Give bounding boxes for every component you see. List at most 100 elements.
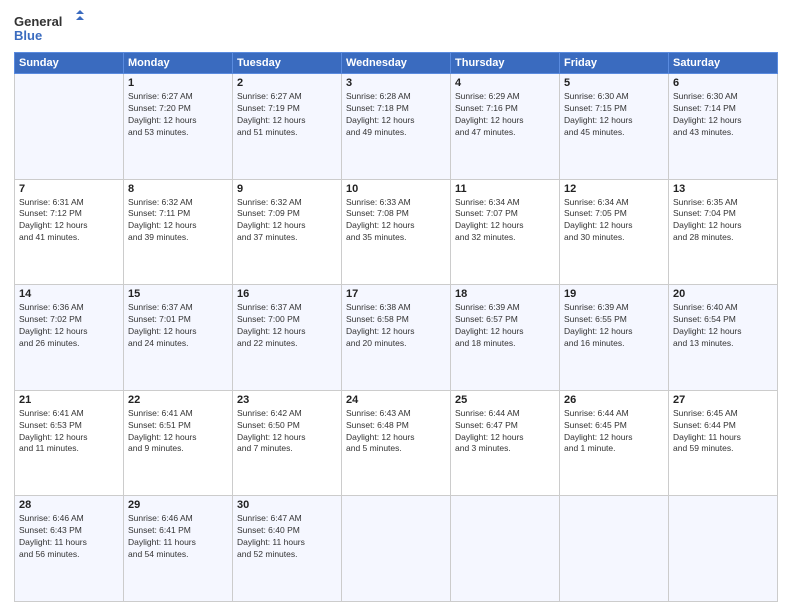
day-info: Sunrise: 6:41 AM Sunset: 6:53 PM Dayligh… bbox=[19, 408, 119, 456]
calendar-cell: 2 Sunrise: 6:27 AM Sunset: 7:19 PM Daylig… bbox=[233, 74, 342, 180]
day-info: Sunrise: 6:35 AM Sunset: 7:04 PM Dayligh… bbox=[673, 197, 773, 245]
day-info: Sunrise: 6:32 AM Sunset: 7:09 PM Dayligh… bbox=[237, 197, 337, 245]
calendar-cell: 29 Sunrise: 6:46 AM Sunset: 6:41 PM Dayli… bbox=[124, 496, 233, 602]
calendar-cell: 28 Sunrise: 6:46 AM Sunset: 6:43 PM Dayli… bbox=[15, 496, 124, 602]
calendar-cell: 27 Sunrise: 6:45 AM Sunset: 6:44 PM Dayli… bbox=[669, 390, 778, 496]
day-number: 23 bbox=[237, 394, 337, 406]
day-number: 13 bbox=[673, 183, 773, 195]
weekday-header: Wednesday bbox=[342, 53, 451, 74]
day-number: 18 bbox=[455, 288, 555, 300]
logo: General Blue bbox=[14, 10, 84, 46]
calendar-cell: 19 Sunrise: 6:39 AM Sunset: 6:55 PM Dayli… bbox=[560, 285, 669, 391]
calendar-week-row: 1Sunrise: 6:27 AM Sunset: 7:20 PM Daylig… bbox=[15, 74, 778, 180]
day-info: Sunrise: 6:30 AM Sunset: 7:15 PM Dayligh… bbox=[564, 91, 664, 139]
calendar-cell: 13 Sunrise: 6:35 AM Sunset: 7:04 PM Dayli… bbox=[669, 179, 778, 285]
weekday-header: Friday bbox=[560, 53, 669, 74]
calendar-week-row: 7 Sunrise: 6:31 AM Sunset: 7:12 PM Daylig… bbox=[15, 179, 778, 285]
calendar-cell bbox=[669, 496, 778, 602]
day-number: 2 bbox=[237, 77, 337, 89]
day-info: Sunrise: 6:31 AM Sunset: 7:12 PM Dayligh… bbox=[19, 197, 119, 245]
day-number: 16 bbox=[237, 288, 337, 300]
weekday-header: Sunday bbox=[15, 53, 124, 74]
day-number: 6 bbox=[673, 77, 773, 89]
calendar-cell: 30 Sunrise: 6:47 AM Sunset: 6:40 PM Dayli… bbox=[233, 496, 342, 602]
calendar-cell bbox=[342, 496, 451, 602]
calendar-cell: 14 Sunrise: 6:36 AM Sunset: 7:02 PM Dayli… bbox=[15, 285, 124, 391]
day-info: Sunrise: 6:46 AM Sunset: 6:43 PM Dayligh… bbox=[19, 513, 119, 561]
calendar-cell: 24Sunrise: 6:43 AM Sunset: 6:48 PM Dayli… bbox=[342, 390, 451, 496]
calendar-cell: 6 Sunrise: 6:30 AM Sunset: 7:14 PM Daylig… bbox=[669, 74, 778, 180]
calendar-cell: 16 Sunrise: 6:37 AM Sunset: 7:00 PM Dayli… bbox=[233, 285, 342, 391]
day-info: Sunrise: 6:46 AM Sunset: 6:41 PM Dayligh… bbox=[128, 513, 228, 561]
day-number: 28 bbox=[19, 499, 119, 511]
calendar-table: SundayMondayTuesdayWednesdayThursdayFrid… bbox=[14, 52, 778, 602]
calendar-cell: 26 Sunrise: 6:44 AM Sunset: 6:45 PM Dayli… bbox=[560, 390, 669, 496]
day-number: 20 bbox=[673, 288, 773, 300]
calendar-cell: 10Sunrise: 6:33 AM Sunset: 7:08 PM Dayli… bbox=[342, 179, 451, 285]
day-info: Sunrise: 6:34 AM Sunset: 7:07 PM Dayligh… bbox=[455, 197, 555, 245]
calendar-cell bbox=[560, 496, 669, 602]
day-info: Sunrise: 6:30 AM Sunset: 7:14 PM Dayligh… bbox=[673, 91, 773, 139]
calendar-cell: 1Sunrise: 6:27 AM Sunset: 7:20 PM Daylig… bbox=[124, 74, 233, 180]
day-number: 26 bbox=[564, 394, 664, 406]
day-info: Sunrise: 6:39 AM Sunset: 6:57 PM Dayligh… bbox=[455, 302, 555, 350]
weekday-header: Saturday bbox=[669, 53, 778, 74]
day-info: Sunrise: 6:27 AM Sunset: 7:19 PM Dayligh… bbox=[237, 91, 337, 139]
day-info: Sunrise: 6:45 AM Sunset: 6:44 PM Dayligh… bbox=[673, 408, 773, 456]
calendar-cell: 8 Sunrise: 6:32 AM Sunset: 7:11 PM Daylig… bbox=[124, 179, 233, 285]
calendar-cell: 12Sunrise: 6:34 AM Sunset: 7:05 PM Dayli… bbox=[560, 179, 669, 285]
calendar-cell: 22Sunrise: 6:41 AM Sunset: 6:51 PM Dayli… bbox=[124, 390, 233, 496]
day-number: 12 bbox=[564, 183, 664, 195]
calendar-cell: 7 Sunrise: 6:31 AM Sunset: 7:12 PM Daylig… bbox=[15, 179, 124, 285]
day-number: 11 bbox=[455, 183, 555, 195]
day-number: 21 bbox=[19, 394, 119, 406]
calendar-cell: 18 Sunrise: 6:39 AM Sunset: 6:57 PM Dayli… bbox=[451, 285, 560, 391]
calendar-cell: 4 Sunrise: 6:29 AM Sunset: 7:16 PM Daylig… bbox=[451, 74, 560, 180]
day-number: 7 bbox=[19, 183, 119, 195]
calendar-week-row: 21 Sunrise: 6:41 AM Sunset: 6:53 PM Dayli… bbox=[15, 390, 778, 496]
day-number: 15 bbox=[128, 288, 228, 300]
day-info: Sunrise: 6:39 AM Sunset: 6:55 PM Dayligh… bbox=[564, 302, 664, 350]
day-info: Sunrise: 6:33 AM Sunset: 7:08 PM Dayligh… bbox=[346, 197, 446, 245]
calendar-cell: 17 Sunrise: 6:38 AM Sunset: 6:58 PM Dayli… bbox=[342, 285, 451, 391]
calendar-cell bbox=[15, 74, 124, 180]
svg-text:Blue: Blue bbox=[14, 28, 42, 43]
day-info: Sunrise: 6:47 AM Sunset: 6:40 PM Dayligh… bbox=[237, 513, 337, 561]
day-info: Sunrise: 6:32 AM Sunset: 7:11 PM Dayligh… bbox=[128, 197, 228, 245]
day-number: 5 bbox=[564, 77, 664, 89]
calendar-cell: 15Sunrise: 6:37 AM Sunset: 7:01 PM Dayli… bbox=[124, 285, 233, 391]
day-info: Sunrise: 6:44 AM Sunset: 6:45 PM Dayligh… bbox=[564, 408, 664, 456]
calendar-week-row: 28 Sunrise: 6:46 AM Sunset: 6:43 PM Dayli… bbox=[15, 496, 778, 602]
day-number: 9 bbox=[237, 183, 337, 195]
day-number: 4 bbox=[455, 77, 555, 89]
day-number: 17 bbox=[346, 288, 446, 300]
day-info: Sunrise: 6:44 AM Sunset: 6:47 PM Dayligh… bbox=[455, 408, 555, 456]
day-number: 29 bbox=[128, 499, 228, 511]
day-info: Sunrise: 6:36 AM Sunset: 7:02 PM Dayligh… bbox=[19, 302, 119, 350]
day-number: 3 bbox=[346, 77, 446, 89]
day-number: 14 bbox=[19, 288, 119, 300]
day-info: Sunrise: 6:27 AM Sunset: 7:20 PM Dayligh… bbox=[128, 91, 228, 139]
day-number: 24 bbox=[346, 394, 446, 406]
calendar-cell: 21 Sunrise: 6:41 AM Sunset: 6:53 PM Dayli… bbox=[15, 390, 124, 496]
day-info: Sunrise: 6:42 AM Sunset: 6:50 PM Dayligh… bbox=[237, 408, 337, 456]
calendar-cell: 5 Sunrise: 6:30 AM Sunset: 7:15 PM Daylig… bbox=[560, 74, 669, 180]
day-number: 19 bbox=[564, 288, 664, 300]
weekday-header: Monday bbox=[124, 53, 233, 74]
calendar-cell bbox=[451, 496, 560, 602]
calendar-cell: 9 Sunrise: 6:32 AM Sunset: 7:09 PM Daylig… bbox=[233, 179, 342, 285]
weekday-header: Thursday bbox=[451, 53, 560, 74]
day-info: Sunrise: 6:40 AM Sunset: 6:54 PM Dayligh… bbox=[673, 302, 773, 350]
calendar-cell: 11 Sunrise: 6:34 AM Sunset: 7:07 PM Dayli… bbox=[451, 179, 560, 285]
calendar-cell: 23 Sunrise: 6:42 AM Sunset: 6:50 PM Dayli… bbox=[233, 390, 342, 496]
day-number: 8 bbox=[128, 183, 228, 195]
svg-text:General: General bbox=[14, 14, 62, 29]
day-number: 27 bbox=[673, 394, 773, 406]
day-info: Sunrise: 6:29 AM Sunset: 7:16 PM Dayligh… bbox=[455, 91, 555, 139]
calendar-cell: 25Sunrise: 6:44 AM Sunset: 6:47 PM Dayli… bbox=[451, 390, 560, 496]
logo-svg: General Blue bbox=[14, 10, 84, 46]
day-number: 30 bbox=[237, 499, 337, 511]
day-info: Sunrise: 6:38 AM Sunset: 6:58 PM Dayligh… bbox=[346, 302, 446, 350]
day-info: Sunrise: 6:37 AM Sunset: 7:00 PM Dayligh… bbox=[237, 302, 337, 350]
day-info: Sunrise: 6:41 AM Sunset: 6:51 PM Dayligh… bbox=[128, 408, 228, 456]
